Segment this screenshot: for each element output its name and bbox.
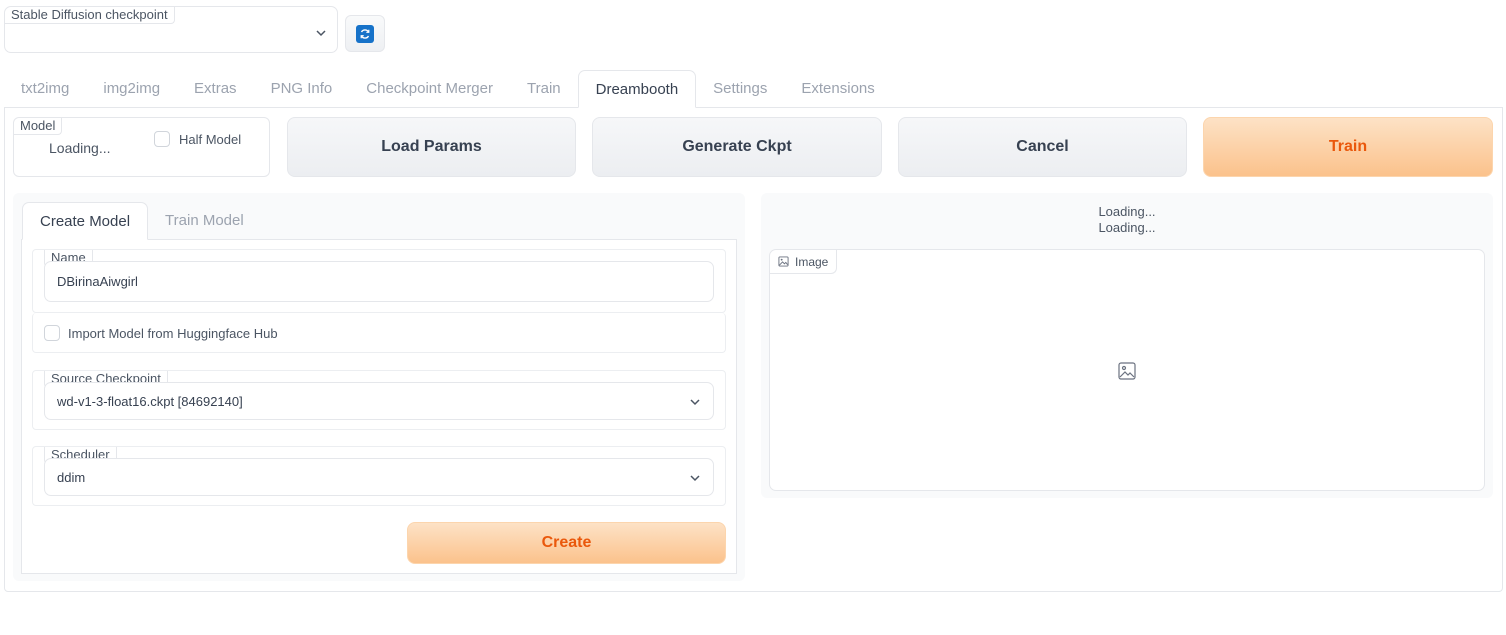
name-block: Name DBirinaAiwgirl — [32, 249, 726, 313]
generate-ckpt-button[interactable]: Generate Ckpt — [592, 117, 882, 177]
scheduler-value: ddim — [57, 469, 86, 485]
tab-extensions[interactable]: Extensions — [784, 70, 891, 108]
half-model-checkbox-box[interactable] — [154, 131, 170, 147]
create-button[interactable]: Create — [407, 522, 726, 564]
import-huggingface-checkbox[interactable]: Import Model from Huggingface Hub — [44, 325, 278, 341]
output-loading-text: Loading... — [1098, 204, 1156, 219]
train-button[interactable]: Train — [1203, 117, 1493, 177]
import-label: Import Model from Huggingface Hub — [68, 325, 278, 341]
model-subtabs: Create Model Train Model — [22, 202, 261, 240]
cancel-button[interactable]: Cancel — [898, 117, 1187, 177]
image-icon — [778, 256, 789, 267]
refresh-checkpoint-button[interactable] — [345, 15, 385, 52]
chevron-down-icon — [316, 30, 326, 37]
tab-train[interactable]: Train — [510, 70, 578, 108]
chevron-down-icon — [690, 475, 700, 482]
tab-train-model[interactable]: Train Model — [148, 202, 261, 240]
checkpoint-dropdown[interactable]: Stable Diffusion checkpoint — [4, 6, 338, 53]
scheduler-block: Scheduler ddim — [32, 446, 726, 506]
tab-txt2img[interactable]: txt2img — [4, 70, 86, 108]
load-params-button[interactable]: Load Params — [287, 117, 576, 177]
image-placeholder-icon — [1118, 362, 1136, 380]
image-label: Image — [795, 254, 829, 269]
tab-img2img[interactable]: img2img — [86, 70, 177, 108]
model-label: Model — [14, 118, 63, 135]
tab-extras[interactable]: Extras — [177, 70, 254, 108]
tab-png-info[interactable]: PNG Info — [254, 70, 350, 108]
half-model-checkbox[interactable]: Half Model — [154, 131, 241, 147]
refresh-icon — [356, 24, 374, 43]
tab-create-model[interactable]: Create Model — [22, 202, 149, 240]
chevron-down-icon — [690, 399, 700, 406]
source-checkpoint-value: wd-v1-3-float16.ckpt [84692140] — [57, 393, 243, 409]
output-loading-text-2: Loading... — [1098, 220, 1156, 235]
model-loading-text: Loading... — [49, 140, 111, 156]
main-tabs: txt2img img2img Extras PNG Info Checkpoi… — [4, 70, 892, 108]
tab-settings[interactable]: Settings — [696, 70, 784, 108]
scheduler-dropdown[interactable]: ddim — [44, 458, 714, 496]
source-checkpoint-block: Source Checkpoint wd-v1-3-float16.ckpt [… — [32, 370, 726, 430]
checkpoint-label: Stable Diffusion checkpoint — [5, 7, 175, 24]
tab-dreambooth[interactable]: Dreambooth — [577, 70, 697, 108]
image-label-tag: Image — [770, 250, 838, 274]
image-output: Image — [769, 249, 1485, 491]
source-checkpoint-dropdown[interactable]: wd-v1-3-float16.ckpt [84692140] — [44, 382, 714, 420]
half-model-label: Half Model — [179, 131, 242, 147]
name-input[interactable]: DBirinaAiwgirl — [44, 261, 714, 302]
model-selector: Model Loading... Half Model — [13, 117, 270, 177]
import-checkbox-box[interactable] — [44, 325, 60, 341]
tab-checkpoint-merger[interactable]: Checkpoint Merger — [349, 70, 510, 108]
